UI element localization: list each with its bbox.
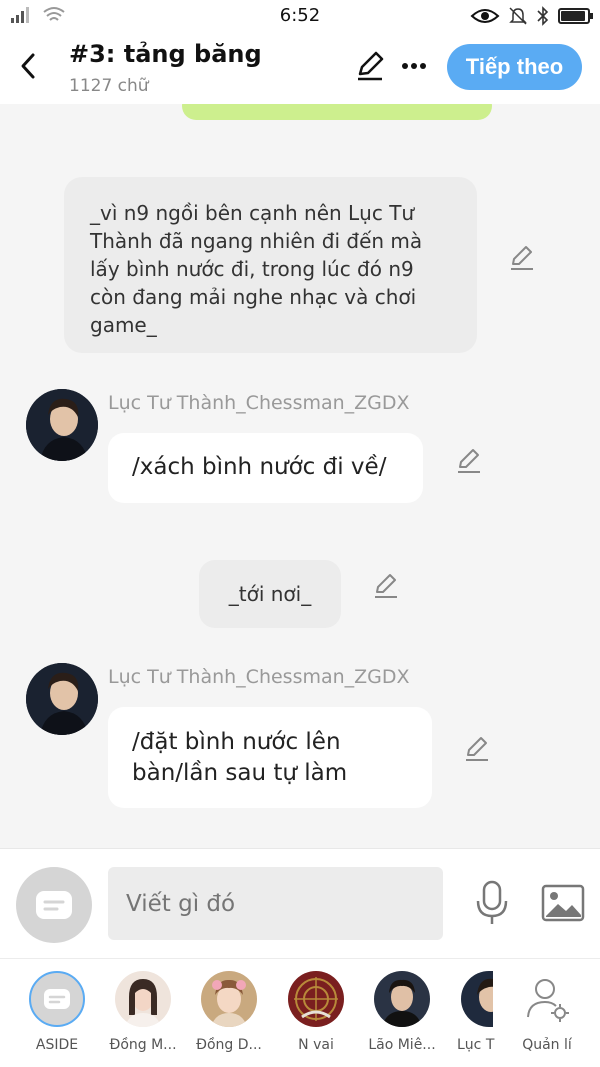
manage-button[interactable]: Quản lí xyxy=(504,971,590,1053)
avatar xyxy=(461,971,493,1027)
avatar xyxy=(374,971,430,1027)
image-upload-button[interactable] xyxy=(541,883,585,923)
message-icon xyxy=(44,989,70,1009)
edit-message-button[interactable] xyxy=(463,735,491,763)
avatar[interactable] xyxy=(26,389,98,461)
message-icon xyxy=(36,891,72,919)
more-dots-icon xyxy=(402,63,426,69)
battery-icon xyxy=(558,8,593,24)
character-label: Lục T xyxy=(457,1037,495,1053)
message-input[interactable] xyxy=(108,867,443,940)
voice-button[interactable] xyxy=(472,879,512,927)
character-label: Lão Miê... xyxy=(368,1037,436,1053)
character-label: Đồng D... xyxy=(196,1037,262,1053)
character-selector: ASIDE Đồng M... Đồng D... N vai Lão Miê.… xyxy=(0,958,600,1067)
character-item[interactable]: Lão Miê... xyxy=(359,971,445,1053)
edit-message-button[interactable] xyxy=(455,447,483,475)
mute-bell-icon xyxy=(509,7,527,25)
character-aside[interactable]: ASIDE xyxy=(14,971,100,1053)
chat-area[interactable]: _vì n9 ngồi bên cạnh nên Lục Tư Thành đã… xyxy=(0,104,600,848)
character-label: Quản lí xyxy=(522,1037,572,1053)
back-button[interactable] xyxy=(12,48,44,84)
edit-message-button[interactable] xyxy=(508,244,536,272)
character-item[interactable]: N vai xyxy=(273,971,359,1053)
pencil-icon xyxy=(466,737,488,761)
status-bar: 6:52 xyxy=(0,0,600,32)
next-button[interactable]: Tiếp theo xyxy=(447,44,582,90)
character-item[interactable]: Đồng D... xyxy=(186,971,272,1053)
avatar xyxy=(201,971,257,1027)
story-header: #3: tảng băng 1127 chữ Tiếp theo xyxy=(0,32,600,104)
bluetooth-icon xyxy=(537,6,549,26)
aside-avatar xyxy=(29,971,85,1027)
edit-message-button[interactable] xyxy=(372,572,400,600)
character-item[interactable]: Đồng M... xyxy=(100,971,186,1053)
narration-message[interactable]: _vì n9 ngồi bên cạnh nên Lục Tư Thành đã… xyxy=(64,177,477,353)
pencil-icon xyxy=(458,449,480,473)
pencil-icon xyxy=(511,246,533,270)
avatar xyxy=(115,971,171,1027)
avatar-portrait xyxy=(26,389,98,461)
pencil-icon xyxy=(375,574,397,598)
character-label: ASIDE xyxy=(35,1037,79,1053)
avatar xyxy=(288,971,344,1027)
sender-name: Lục Tư Thành_Chessman_ZGDX xyxy=(108,392,410,414)
avatar-portrait xyxy=(201,971,257,1027)
eye-icon xyxy=(470,9,500,23)
narration-message[interactable]: _tới nơi_ xyxy=(199,560,341,628)
chapter-title: #3: tảng băng xyxy=(69,40,262,68)
avatar-portrait xyxy=(374,971,430,1027)
chevron-left-icon xyxy=(21,53,35,79)
avatar-portrait xyxy=(26,663,98,735)
status-icons xyxy=(470,6,593,26)
input-bar xyxy=(0,848,600,958)
word-count: 1127 chữ xyxy=(69,76,149,96)
aside-toggle-button[interactable] xyxy=(16,867,92,943)
avatar-portrait xyxy=(115,971,171,1027)
character-item[interactable]: Lục T xyxy=(445,971,505,1053)
character-label: Đồng M... xyxy=(109,1037,177,1053)
more-options-button[interactable] xyxy=(398,50,430,82)
avatar-portrait xyxy=(461,971,493,1027)
previous-message-bubble xyxy=(182,104,492,120)
character-message[interactable]: /đặt bình nước lên bàn/lần sau tự làm xyxy=(108,707,432,808)
character-message[interactable]: /xách bình nước đi về/ xyxy=(108,433,423,503)
image-icon xyxy=(541,884,585,922)
sender-name: Lục Tư Thành_Chessman_ZGDX xyxy=(108,666,410,688)
character-label: N vai xyxy=(298,1037,334,1053)
avatar[interactable] xyxy=(26,663,98,735)
edit-title-button[interactable] xyxy=(354,50,386,82)
user-settings-icon xyxy=(527,979,569,1022)
avatar-portrait xyxy=(288,971,344,1027)
manage-avatar xyxy=(519,971,575,1027)
pencil-icon xyxy=(358,51,384,81)
microphone-icon xyxy=(476,880,508,924)
